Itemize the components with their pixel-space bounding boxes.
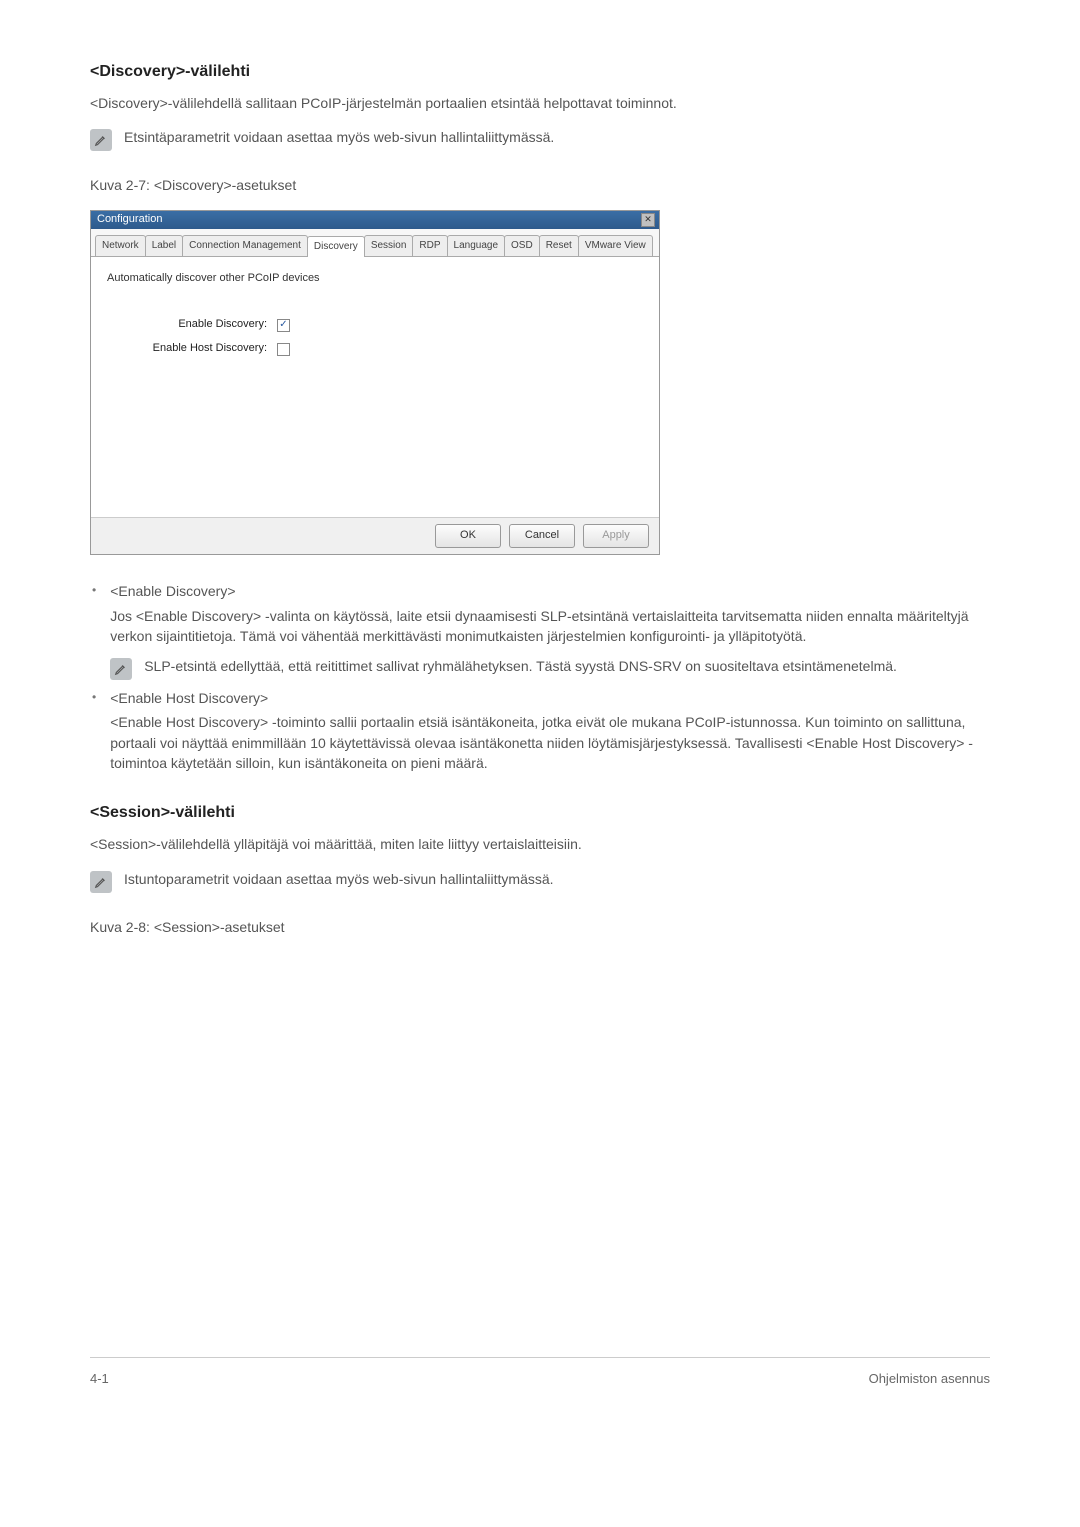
dialog-subtitle: Automatically discover other PCoIP devic… — [107, 271, 643, 287]
page-footer: 4-1 Ohjelmiston asennus — [90, 1357, 990, 1389]
bullet-enable-discovery-note: SLP-etsintä edellyttää, että reitittimet… — [110, 656, 990, 680]
figure-2-8-caption: Kuva 2-8: <Session>-asetukset — [90, 917, 990, 937]
footer-section-title: Ohjelmiston asennus — [869, 1370, 990, 1389]
dialog-tabs: Network Label Connection Management Disc… — [91, 229, 659, 258]
close-icon[interactable]: ✕ — [641, 213, 655, 227]
discovery-heading: <Discovery>-välilehti — [90, 60, 990, 83]
apply-button[interactable]: Apply — [583, 524, 649, 548]
tab-language[interactable]: Language — [447, 235, 506, 257]
pencil-icon — [90, 871, 112, 893]
bullet-enable-discovery-text: Jos <Enable Discovery> -valinta on käytö… — [110, 606, 990, 647]
tab-session[interactable]: Session — [364, 235, 414, 257]
tab-osd[interactable]: OSD — [504, 235, 540, 257]
cancel-button[interactable]: Cancel — [509, 524, 575, 548]
discovery-intro: <Discovery>-välilehdellä sallitaan PCoIP… — [90, 93, 990, 113]
discovery-note-text: Etsintäparametrit voidaan asettaa myös w… — [124, 127, 990, 147]
tab-discovery[interactable]: Discovery — [307, 236, 365, 258]
tab-reset[interactable]: Reset — [539, 235, 579, 257]
tab-rdp[interactable]: RDP — [412, 235, 447, 257]
session-heading: <Session>-välilehti — [90, 801, 990, 824]
tab-connection-management[interactable]: Connection Management — [182, 235, 308, 257]
row-enable-discovery: Enable Discovery: — [107, 317, 643, 333]
tab-vmware-view[interactable]: VMware View — [578, 235, 653, 257]
label-enable-host-discovery: Enable Host Discovery: — [107, 341, 277, 357]
bullet-enable-host-discovery-title: <Enable Host Discovery> — [110, 688, 990, 708]
tab-label[interactable]: Label — [145, 235, 183, 257]
bullet-enable-discovery-title: <Enable Discovery> — [110, 581, 990, 601]
bullet-enable-host-discovery-text: <Enable Host Discovery> -toiminto sallii… — [110, 712, 990, 773]
pencil-icon — [110, 658, 132, 680]
configuration-dialog: Configuration ✕ Network Label Connection… — [90, 210, 660, 555]
ok-button[interactable]: OK — [435, 524, 501, 548]
row-enable-host-discovery: Enable Host Discovery: — [107, 341, 643, 357]
figure-2-7-caption: Kuva 2-7: <Discovery>-asetukset — [90, 175, 990, 195]
checkbox-enable-host-discovery[interactable] — [277, 343, 290, 356]
pencil-icon — [90, 129, 112, 151]
tab-network[interactable]: Network — [95, 235, 146, 257]
dialog-title: Configuration — [97, 212, 162, 228]
bullet-enable-discovery-note-text: SLP-etsintä edellyttää, että reitittimet… — [144, 656, 990, 680]
dialog-body: Automatically discover other PCoIP devic… — [91, 257, 659, 517]
dialog-titlebar: Configuration ✕ — [91, 211, 659, 229]
session-note-text: Istuntoparametrit voidaan asettaa myös w… — [124, 869, 990, 889]
session-note-row: Istuntoparametrit voidaan asettaa myös w… — [90, 869, 990, 893]
session-intro: <Session>-välilehdellä ylläpitäjä voi mä… — [90, 834, 990, 854]
footer-page-number: 4-1 — [90, 1370, 109, 1389]
checkbox-enable-discovery[interactable] — [277, 319, 290, 332]
dialog-footer: OK Cancel Apply — [91, 517, 659, 554]
discovery-bullet-list: <Enable Discovery> Jos <Enable Discovery… — [90, 581, 990, 783]
discovery-note-row: Etsintäparametrit voidaan asettaa myös w… — [90, 127, 990, 151]
label-enable-discovery: Enable Discovery: — [107, 317, 277, 333]
